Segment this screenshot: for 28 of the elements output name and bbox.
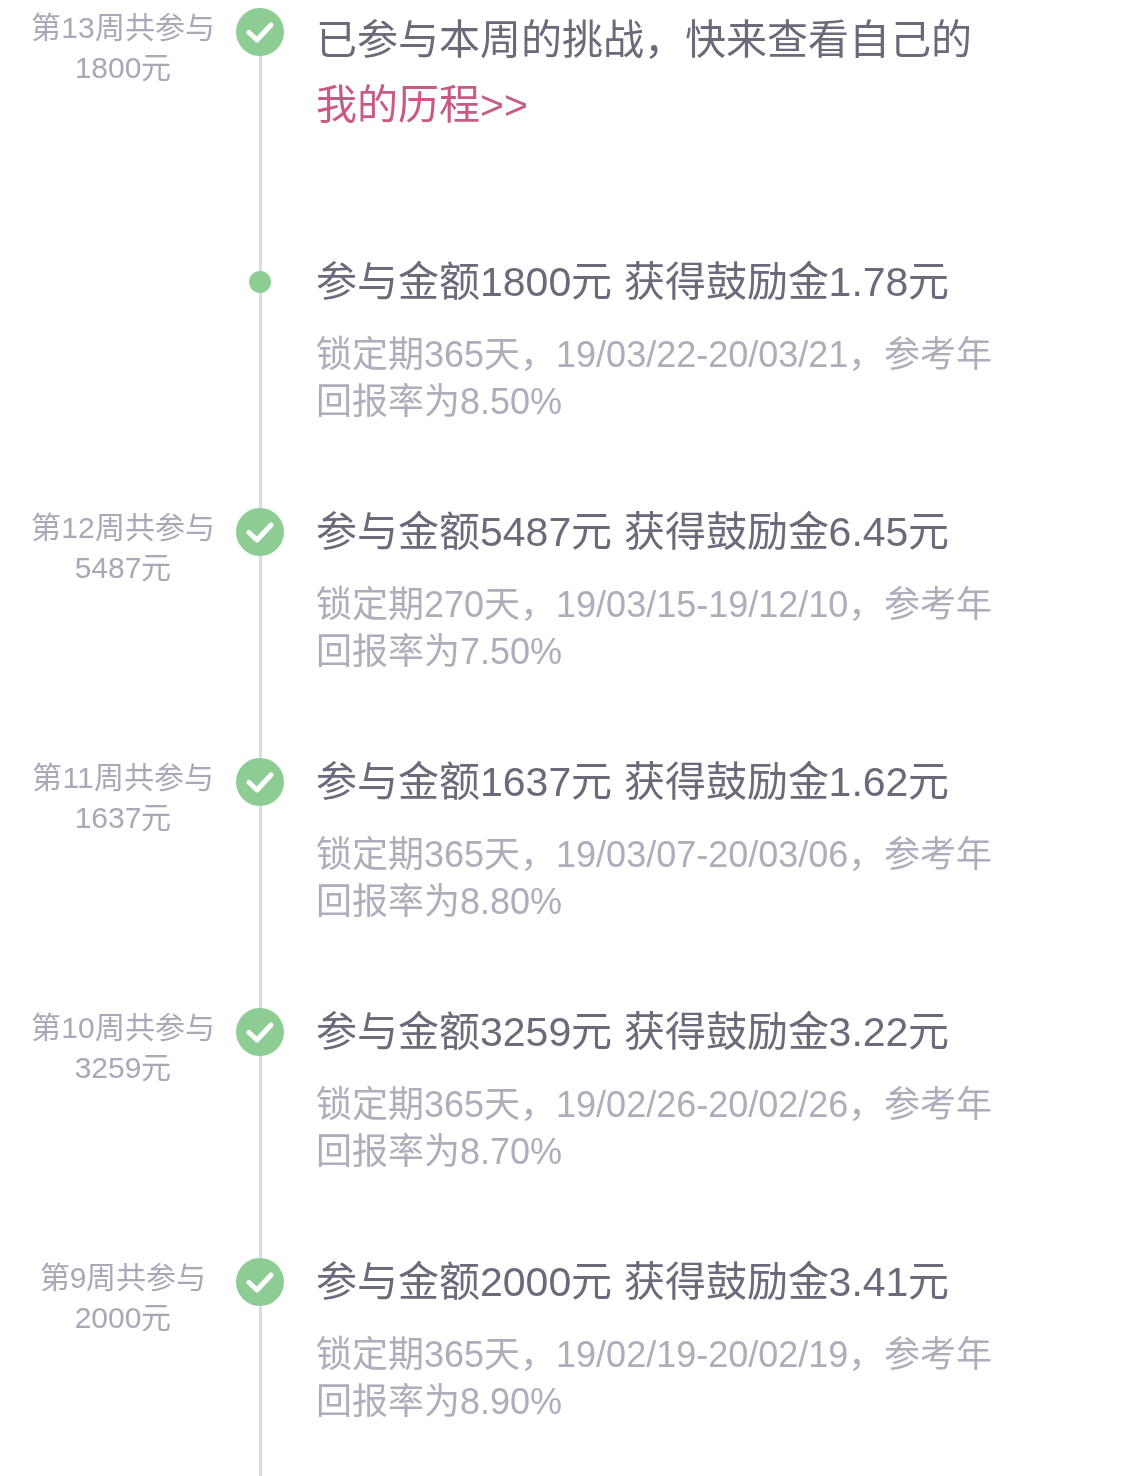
check-icon <box>236 758 284 806</box>
record-detail: 锁定期365天，19/03/07-20/03/06，参考年回报率为8.80% <box>316 833 994 924</box>
record-title: 参与金额1637元 获得鼓励金1.62元 <box>316 758 951 806</box>
week-label: 第10周共参与 <box>30 1010 216 1046</box>
history-link[interactable]: 我的历程>> <box>316 82 528 128</box>
record-detail: 锁定期365天，19/02/19-20/02/19，参考年回报率为8.90% <box>316 1333 994 1424</box>
week-total: 1800元 <box>73 50 173 86</box>
week-label: 第9周共参与 <box>38 1260 208 1296</box>
week-total: 2000元 <box>73 1300 173 1336</box>
week-total: 5487元 <box>73 550 173 586</box>
check-icon <box>236 8 284 56</box>
record-title: 参与金额2000元 获得鼓励金3.41元 <box>316 1258 951 1306</box>
record-detail: 锁定期270天，19/03/15-19/12/10，参考年回报率为7.50% <box>316 583 994 674</box>
week-total: 1637元 <box>73 800 173 836</box>
week-label: 第11周共参与 <box>31 760 215 796</box>
week-label: 第12周共参与 <box>30 510 216 546</box>
check-icon <box>236 1008 284 1056</box>
week-total: 3259元 <box>73 1050 173 1086</box>
record-detail: 锁定期365天，19/03/22-20/03/21，参考年回报率为8.50% <box>316 333 994 424</box>
check-icon <box>236 1258 284 1306</box>
record-detail: 锁定期365天，19/02/26-20/02/26，参考年回报率为8.70% <box>316 1083 994 1174</box>
check-icon <box>236 508 284 556</box>
message-text: 已参与本周的挑战，快来查看自己的 我的历程>> <box>316 16 973 130</box>
record-title: 参与金额5487元 获得鼓励金6.45元 <box>316 508 951 556</box>
dot-icon <box>249 271 271 293</box>
record-title: 参与金额1800元 获得鼓励金1.78元 <box>316 258 951 306</box>
week-label: 第13周共参与 <box>30 10 216 46</box>
record-title: 参与金额3259元 获得鼓励金3.22元 <box>316 1008 951 1056</box>
